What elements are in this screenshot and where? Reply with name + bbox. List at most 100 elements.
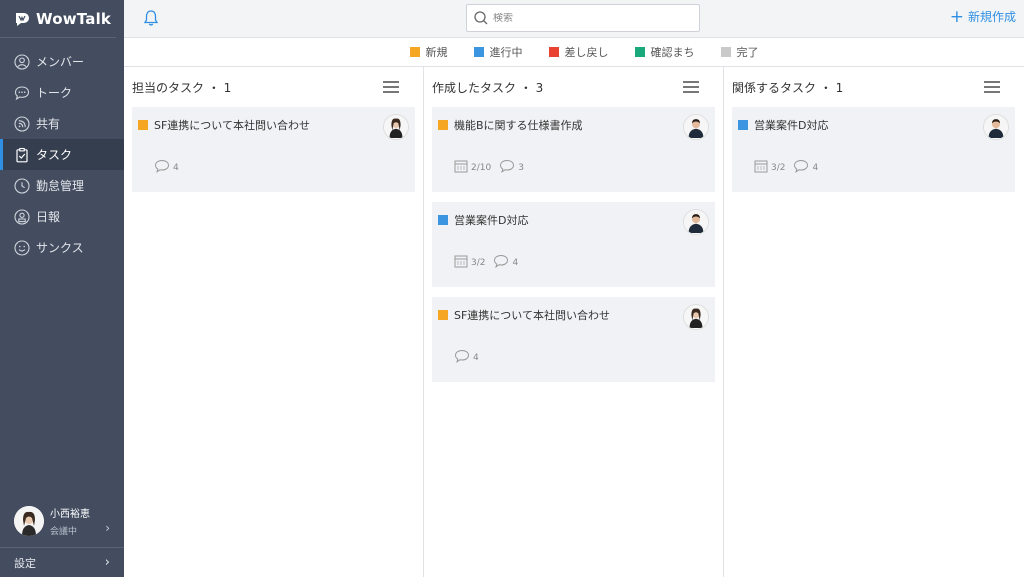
due-date-value: 3/2 bbox=[771, 162, 786, 173]
comment-icon bbox=[454, 349, 470, 366]
column-title: 担当のタスク ・ 1 bbox=[132, 80, 232, 95]
task-column: 担当のタスク ・ 1 SF連携について本社問い合わせ 4 bbox=[124, 67, 424, 577]
sidebar-item-label: 共有 bbox=[36, 117, 61, 131]
avatar bbox=[14, 506, 44, 536]
task-card[interactable]: 営業案件D対応 3/2 4 bbox=[432, 202, 715, 287]
hamburger-menu-icon[interactable] bbox=[383, 81, 399, 93]
task-board: 担当のタスク ・ 1 SF連携について本社問い合わせ 4 作成したタスク ・ 3 機能B… bbox=[124, 67, 1024, 577]
task-title-row: 営業案件D対応 bbox=[738, 117, 1009, 133]
comment-count-value: 3 bbox=[518, 162, 524, 173]
task-title: 機能Bに関する仕様書作成 bbox=[454, 119, 583, 132]
sidebar-item-label: トーク bbox=[36, 86, 73, 100]
avatar bbox=[983, 114, 1009, 140]
legend-item: 確認まち bbox=[634, 44, 695, 60]
calendar-icon bbox=[754, 159, 768, 176]
settings-button[interactable]: 設定 › bbox=[0, 547, 124, 577]
legend-label: 確認まち bbox=[650, 46, 695, 59]
sidebar-item-4[interactable]: 勤怠管理 bbox=[0, 170, 124, 201]
new-task-label: 新規作成 bbox=[967, 10, 1016, 24]
settings-label: 設定 bbox=[14, 556, 36, 570]
sidebar-item-label: サンクス bbox=[36, 241, 84, 255]
task-meta: 2/10 3 bbox=[454, 159, 528, 176]
sidebar-item-0[interactable]: メンバー bbox=[0, 46, 124, 77]
legend-swatch bbox=[473, 47, 484, 57]
calendar-icon bbox=[454, 159, 468, 176]
status-swatch bbox=[438, 120, 448, 130]
chat-bubble-icon bbox=[14, 85, 30, 101]
rss-icon bbox=[14, 115, 30, 132]
column-header: 作成したタスク ・ 3 bbox=[432, 67, 715, 107]
legend-item: 進行中 bbox=[473, 44, 523, 60]
comment-count: 4 bbox=[493, 254, 518, 271]
plus-icon: + bbox=[949, 6, 964, 27]
task-title-row: 機能Bに関する仕様書作成 bbox=[438, 117, 709, 133]
comment-count-value: 4 bbox=[473, 352, 479, 363]
wowtalk-logo-icon bbox=[16, 12, 29, 26]
sidebar-item-3[interactable]: タスク bbox=[0, 139, 124, 170]
task-card[interactable]: 営業案件D対応 3/2 4 bbox=[732, 107, 1015, 192]
sidebar-item-2[interactable]: 共有 bbox=[0, 108, 124, 139]
task-title: 営業案件D対応 bbox=[454, 214, 529, 227]
column-title: 作成したタスク ・ 3 bbox=[432, 80, 544, 95]
task-title-row: 営業案件D対応 bbox=[438, 212, 709, 228]
column-title: 関係するタスク ・ 1 bbox=[732, 80, 844, 95]
column-header: 関係するタスク ・ 1 bbox=[732, 67, 1016, 107]
task-title: SF連携について本社問い合わせ bbox=[154, 119, 310, 132]
current-user[interactable]: 小西裕恵 会議中 › bbox=[0, 499, 124, 543]
calendar-icon bbox=[454, 254, 468, 271]
task-meta: 4 bbox=[454, 349, 483, 366]
due-date: 2/10 bbox=[454, 159, 491, 176]
comment-count-value: 4 bbox=[812, 162, 819, 173]
new-task-button[interactable]: + 新規作成 bbox=[950, 8, 1016, 25]
clipboard-check-icon bbox=[14, 147, 30, 163]
sidebar: WowTalk メンバートーク共有タスク勤怠管理日報サンクス 小西裕恵 会議中 … bbox=[0, 0, 124, 577]
due-date-value: 2/10 bbox=[471, 162, 492, 173]
chevron-right-icon: › bbox=[104, 555, 110, 570]
legend-label: 差し戻し bbox=[564, 46, 609, 59]
task-title-row: SF連携について本社問い合わせ bbox=[438, 307, 709, 323]
task-card[interactable]: 機能Bに関する仕様書作成 2/10 3 bbox=[432, 107, 715, 192]
hamburger-menu-icon[interactable] bbox=[683, 81, 699, 93]
app-logo[interactable]: WowTalk bbox=[0, 0, 116, 38]
sidebar-item-1[interactable]: トーク bbox=[0, 77, 124, 108]
status-swatch bbox=[738, 120, 748, 130]
task-card[interactable]: SF連携について本社問い合わせ 4 bbox=[432, 297, 715, 382]
task-column: 作成したタスク ・ 3 機能Bに関する仕様書作成 2/10 3 営業案件D対応 3/2 4 S… bbox=[424, 67, 724, 577]
comment-count: 3 bbox=[499, 159, 524, 176]
task-title-row: SF連携について本社問い合わせ bbox=[138, 117, 409, 133]
task-meta: 4 bbox=[154, 159, 183, 176]
status-swatch bbox=[138, 120, 148, 130]
task-column: 関係するタスク ・ 1 営業案件D対応 3/2 4 bbox=[724, 67, 1024, 577]
comment-icon bbox=[793, 159, 809, 176]
comment-icon bbox=[499, 159, 515, 176]
comment-icon bbox=[493, 254, 509, 271]
avatar bbox=[683, 304, 709, 330]
due-date: 3/2 bbox=[454, 254, 485, 271]
comment-count: 4 bbox=[793, 159, 818, 176]
hamburger-menu-icon[interactable] bbox=[984, 81, 1000, 93]
task-meta: 3/2 4 bbox=[454, 254, 522, 271]
task-title: 営業案件D対応 bbox=[754, 119, 829, 132]
user-block: 小西裕恵 会議中 › 設定 › bbox=[0, 499, 124, 577]
comment-count: 4 bbox=[154, 159, 179, 176]
legend-label: 進行中 bbox=[489, 46, 523, 59]
avatar bbox=[683, 114, 709, 140]
person-circle-icon bbox=[14, 53, 30, 70]
comment-count-value: 4 bbox=[512, 257, 519, 268]
sidebar-item-label: タスク bbox=[36, 148, 73, 162]
user-status: 会議中 bbox=[50, 527, 78, 537]
sidebar-item-5[interactable]: 日報 bbox=[0, 201, 124, 232]
avatar bbox=[383, 114, 409, 140]
task-card[interactable]: SF連携について本社問い合わせ 4 bbox=[132, 107, 415, 192]
status-legend: 新規 進行中 差し戻し 確認まち 完了 bbox=[124, 38, 1024, 67]
search-input[interactable] bbox=[493, 12, 693, 24]
search-box[interactable] bbox=[466, 4, 700, 32]
comment-count: 4 bbox=[454, 349, 479, 366]
legend-swatch bbox=[720, 47, 731, 57]
sidebar-item-6[interactable]: サンクス bbox=[0, 232, 124, 263]
avatar bbox=[683, 209, 709, 235]
sidebar-item-label: 日報 bbox=[36, 210, 61, 224]
top-header: + 新規作成 bbox=[124, 0, 1024, 38]
sidebar-item-label: 勤怠管理 bbox=[36, 179, 85, 193]
bell-icon[interactable] bbox=[142, 9, 160, 27]
